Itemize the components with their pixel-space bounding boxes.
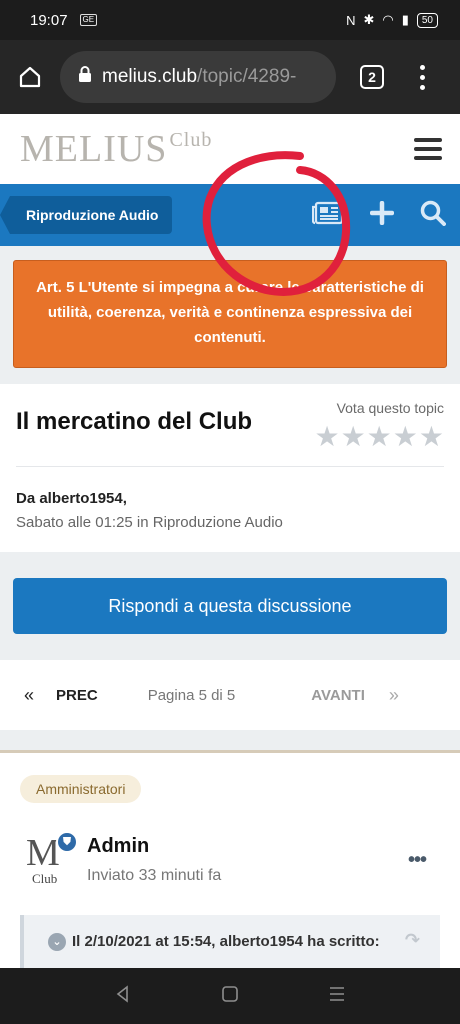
last-page-icon: » [388,684,399,705]
role-badge: Amministratori [20,775,142,803]
rules-banner: Art. 5 L'Utente si impegna a curare le c… [13,260,447,368]
star-icon[interactable]: ★ [341,420,366,453]
newspaper-icon[interactable] [311,201,344,230]
browser-toolbar: melius.club/topic/4289- 2 [0,40,460,114]
url-path: /topic/4289- [197,66,297,87]
carrier-badge: GE [79,14,98,26]
topic-author[interactable]: Da alberto1954, [16,490,127,507]
vote-label: Vota questo topic [336,400,444,416]
moderator-shield-icon: ⛊ [56,831,78,853]
battery-icon: 50 [416,12,438,28]
add-icon[interactable] [369,200,395,230]
browser-menu-button[interactable] [420,62,425,92]
forum-navbar: Riproduzione Audio [0,184,460,246]
address-bar[interactable]: melius.club/topic/4289- [60,51,336,103]
prev-page-button[interactable]: PREC [56,687,98,704]
pagination: « PREC Pagina 5 di 5 AVANTI » [0,660,460,730]
post-more-options-icon[interactable]: ••• [408,849,427,872]
star-icon[interactable]: ★ [314,420,339,453]
breadcrumb[interactable]: Riproduzione Audio [0,196,173,234]
quote-header: Il 2/10/2021 at 15:54, alberto1954 ha sc… [72,933,380,950]
page-indicator[interactable]: Pagina 5 di 5 [148,687,236,704]
post-author[interactable]: Admin [87,835,149,858]
first-page-icon[interactable]: « [24,685,34,706]
reply-button[interactable]: Rispondi a questa discussione [13,578,447,634]
home-nav-icon[interactable] [221,985,239,1008]
chevron-down-icon[interactable]: ⌄ [48,933,66,952]
system-nav-bar [0,968,460,1024]
rating-stars[interactable]: ★ ★ ★ ★ ★ [314,420,444,453]
bluetooth-icon: ✱ [363,12,375,27]
quote-block: ⌄ Il 2/10/2021 at 15:54, alberto1954 ha s… [20,915,440,975]
wifi-icon: ◠ [382,12,394,27]
search-icon[interactable] [420,200,446,231]
post: Amministratori M Club ⛊ Admin Inviato 33… [0,750,460,975]
signal-icon: ▮ [401,12,409,27]
post-time: Inviato 33 minuti fa [87,867,222,884]
site-header: MELIUS Club [0,114,460,184]
nfc-icon: Ν [346,12,356,28]
share-arrow-icon[interactable]: ↷ [405,927,420,953]
star-icon[interactable]: ★ [393,420,418,453]
status-bar: 19:07 GE Ν ✱ ◠ ▮ 50 [0,0,460,40]
lock-icon [78,66,92,88]
home-icon[interactable] [0,65,60,89]
site-logo[interactable]: MELIUS Club [20,127,212,171]
status-time: 19:07 [30,11,68,29]
tab-switcher-button[interactable]: 2 [360,65,384,89]
next-page-button: AVANTI [311,686,365,704]
rules-section: Art. 5 L'Utente si impegna a curare le c… [0,246,460,382]
hamburger-menu-icon[interactable] [414,138,442,160]
star-icon[interactable]: ★ [419,420,444,453]
topic-meta: Sabato alle 01:25 in Riproduzione Audio [16,514,283,531]
page-title: Il mercatino del Club [16,408,253,435]
avatar[interactable]: M Club ⛊ [22,831,78,887]
topic-header-card: Il mercatino del Club Vota questo topic … [0,384,460,552]
star-icon[interactable]: ★ [367,420,392,453]
divider [16,466,444,467]
url-host: melius.club [102,66,198,87]
recents-icon[interactable] [328,985,346,1008]
back-icon[interactable] [114,984,132,1008]
